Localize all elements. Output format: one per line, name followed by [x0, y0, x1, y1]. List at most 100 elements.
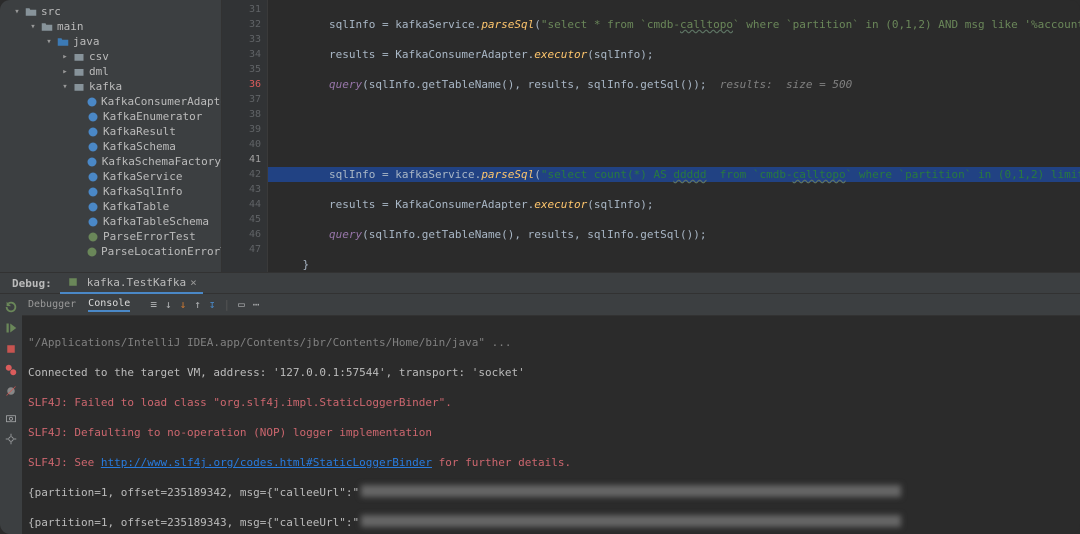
line-number: 43 — [222, 182, 261, 197]
line-number: 46 — [222, 227, 261, 242]
tree-label: csv — [89, 50, 109, 63]
tree-label: KafkaSchemaFactory — [102, 155, 221, 168]
console-error-line: SLF4J: Defaulting to no-operation (NOP) … — [28, 425, 1074, 440]
force-step-into-icon[interactable]: ↓ — [180, 298, 187, 311]
tree-file[interactable]: KafkaService — [0, 169, 221, 184]
line-number: 31 — [222, 2, 261, 17]
separator: | — [223, 298, 230, 311]
step-over-icon[interactable]: ≡ — [150, 298, 157, 311]
tree-file[interactable]: KafkaSqlInfo — [0, 184, 221, 199]
console-error-line: SLF4J: Failed to load class "org.slf4j.i… — [28, 395, 1074, 410]
gutter[interactable]: 31 32 33 34 35 36 37 38 39 40 41 42 43 4… — [222, 0, 268, 272]
line-number: 35 — [222, 62, 261, 77]
mute-breakpoints-button[interactable] — [1, 382, 21, 400]
settings-button[interactable] — [1, 430, 21, 448]
line-number: 41 — [222, 152, 261, 167]
editor[interactable]: 31 32 33 34 35 36 37 38 39 40 41 42 43 4… — [222, 0, 1080, 272]
line-number: 44 — [222, 197, 261, 212]
debug-action-rail — [0, 294, 22, 534]
tree-label: ParseLocationErrorTest — [101, 245, 222, 258]
class-icon — [86, 155, 99, 169]
step-into-icon[interactable]: ↓ — [165, 298, 172, 311]
line-number: 33 — [222, 32, 261, 47]
view-breakpoints-button[interactable] — [1, 361, 21, 379]
class-icon — [86, 140, 100, 154]
run-config-icon — [66, 275, 80, 289]
debug-tab-label: kafka.TestKafka — [87, 276, 186, 289]
line-number: 47 — [222, 242, 261, 257]
class-icon — [86, 185, 100, 199]
tree-file[interactable]: KafkaEnumerator — [0, 109, 221, 124]
stop-button[interactable] — [1, 340, 21, 358]
debug-toolwindow-bar: Debug: kafka.TestKafka × — [0, 272, 1080, 294]
tree-folder-src[interactable]: ▾src — [0, 4, 221, 19]
tree-pkg-kafka[interactable]: ▾kafka — [0, 79, 221, 94]
code-area[interactable]: sqlInfo = kafkaService.parseSql("select … — [268, 0, 1080, 272]
inline-debug-value: results: size = 500 — [720, 78, 852, 91]
line-number: 36 — [222, 77, 261, 92]
console-line: {partition=1, offset=235189343, msg={"ca… — [28, 515, 1074, 530]
tree-label: KafkaEnumerator — [103, 110, 202, 123]
tree-file[interactable]: ParseErrorTest — [0, 229, 221, 244]
line-number: 37 — [222, 92, 261, 107]
tree-folder-java[interactable]: ▾java — [0, 34, 221, 49]
tree-label: java — [73, 35, 100, 48]
tree-label: kafka — [89, 80, 122, 93]
project-tree[interactable]: ▾src ▾main ▾java ▸csv ▸dml ▾kafka KafkaC… — [0, 0, 222, 272]
folder-source-icon — [56, 35, 70, 49]
line-number: 32 — [222, 17, 261, 32]
tab-debugger[interactable]: Debugger — [28, 299, 76, 310]
debug-tab[interactable]: kafka.TestKafka × — [60, 272, 203, 294]
console-link[interactable]: http://www.slf4j.org/codes.html#StaticLo… — [101, 456, 432, 469]
tree-file[interactable]: KafkaResult — [0, 124, 221, 139]
console-output[interactable]: "/Applications/IntelliJ IDEA.app/Content… — [22, 316, 1080, 534]
tree-label: ParseErrorTest — [103, 230, 196, 243]
tree-file[interactable]: KafkaSchema — [0, 139, 221, 154]
line-number: 42 — [222, 167, 261, 182]
close-icon[interactable]: × — [190, 276, 197, 289]
tree-label: dml — [89, 65, 109, 78]
tree-file[interactable]: ParseLocationErrorTest — [0, 244, 221, 259]
class-icon — [86, 200, 100, 214]
debug-label: Debug: — [4, 277, 60, 290]
package-icon — [72, 80, 86, 94]
tree-folder-main[interactable]: ▾main — [0, 19, 221, 34]
tree-file[interactable]: KafkaTable — [0, 199, 221, 214]
camera-button[interactable] — [1, 409, 21, 427]
line-number: 45 — [222, 212, 261, 227]
console-line: "/Applications/IntelliJ IDEA.app/Content… — [28, 335, 1074, 350]
tree-label: KafkaSchema — [103, 140, 176, 153]
trace-icon[interactable]: ⋯ — [253, 298, 260, 311]
tree-label: KafkaResult — [103, 125, 176, 138]
rerun-button[interactable] — [1, 298, 21, 316]
tree-pkg-csv[interactable]: ▸csv — [0, 49, 221, 64]
run-to-cursor-icon[interactable]: ↧ — [209, 298, 216, 311]
tree-label: KafkaTable — [103, 200, 169, 213]
console-toolbar: Debugger Console ≡ ↓ ↓ ↑ ↧ | ▭ ⋯ — [22, 294, 1080, 316]
step-out-icon[interactable]: ↑ — [194, 298, 201, 311]
console-line: {partition=1, offset=235189342, msg={"ca… — [28, 485, 1074, 500]
folder-icon — [24, 5, 38, 19]
line-number: 40 — [222, 137, 261, 152]
class-icon — [86, 170, 100, 184]
console-line: Connected to the target VM, address: '12… — [28, 365, 1074, 380]
class-icon — [86, 245, 98, 259]
tree-file[interactable]: KafkaConsumerAdapter — [0, 94, 221, 109]
tab-console[interactable]: Console — [88, 298, 130, 312]
tree-file[interactable]: KafkaTableSchema — [0, 214, 221, 229]
resume-button[interactable] — [1, 319, 21, 337]
tree-label: main — [57, 20, 84, 33]
line-number: 39 — [222, 122, 261, 137]
line-number: 34 — [222, 47, 261, 62]
tree-label: src — [41, 5, 61, 18]
console-error-line: SLF4J: See http://www.slf4j.org/codes.ht… — [28, 455, 1074, 470]
tree-label: KafkaConsumerAdapter — [101, 95, 222, 108]
breakpoint-line[interactable]: sqlInfo = kafkaService.parseSql("select … — [268, 167, 1080, 182]
evaluate-icon[interactable]: ▭ — [238, 298, 245, 311]
tree-label: KafkaSqlInfo — [103, 185, 182, 198]
tree-file[interactable]: KafkaSchemaFactory — [0, 154, 221, 169]
class-icon — [86, 215, 100, 229]
class-icon — [86, 230, 100, 244]
tree-pkg-dml[interactable]: ▸dml — [0, 64, 221, 79]
package-icon — [72, 65, 86, 79]
